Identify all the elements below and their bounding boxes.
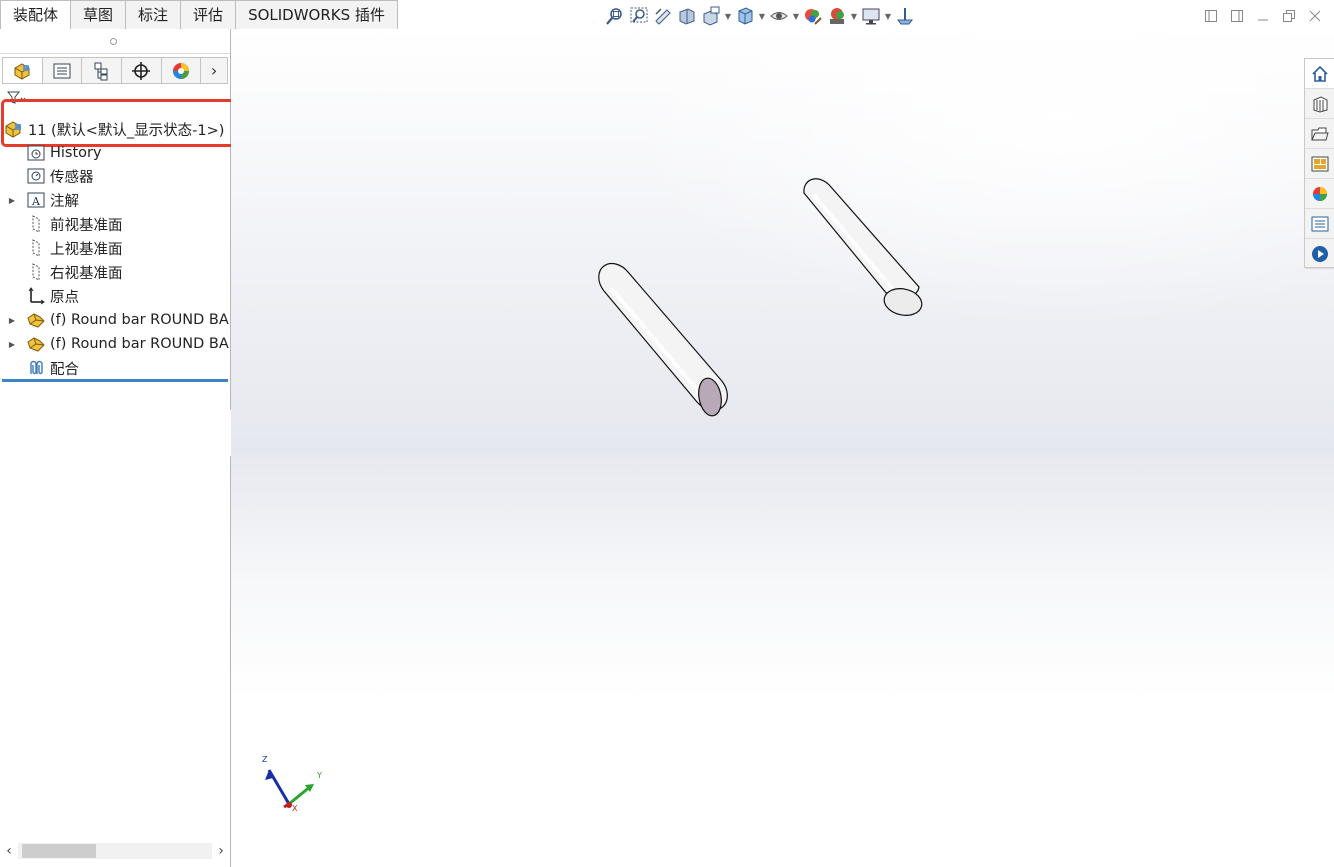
scroll-right-icon[interactable]: › xyxy=(212,843,230,859)
scroll-left-icon[interactable]: ‹ xyxy=(0,843,18,859)
tree-item-part-1[interactable]: ▶ (f) Round bar ROUND BA xyxy=(0,309,230,331)
tree-item-label: History xyxy=(50,145,102,161)
origin-icon xyxy=(26,286,46,306)
tree-item-part-2[interactable]: ▶ (f) Round bar ROUND BA xyxy=(0,333,230,355)
tab-assembly[interactable]: 装配体 xyxy=(0,0,72,29)
restore-icon[interactable] xyxy=(1278,6,1300,26)
plane-icon xyxy=(26,238,46,258)
tab-sketch[interactable]: 草图 xyxy=(70,0,127,29)
custom-properties-icon[interactable] xyxy=(1305,209,1334,239)
plane-icon xyxy=(26,214,46,234)
horizontal-scrollbar[interactable]: ‹ › xyxy=(0,841,230,861)
zoom-to-fit-icon[interactable] xyxy=(603,4,627,28)
part-icon xyxy=(26,310,46,330)
history-icon xyxy=(26,143,46,163)
dimxpertmanager-icon[interactable] xyxy=(122,58,162,83)
configurationmanager-icon[interactable] xyxy=(82,58,122,83)
chevron-down-icon[interactable]: ▼ xyxy=(849,4,859,28)
round-bar-1[interactable] xyxy=(598,262,728,418)
tree-item-label: 传感器 xyxy=(50,169,94,186)
tree-root-assembly[interactable]: 11 (默认<默认_显示状态-1>) xyxy=(4,118,224,140)
tab-markup[interactable]: 标注 xyxy=(125,0,182,29)
triad-x-label: X xyxy=(292,804,298,813)
tree-item-label: (f) Round bar ROUND BA xyxy=(50,312,229,328)
window-controls xyxy=(1200,6,1326,26)
scroll-thumb[interactable] xyxy=(22,844,96,858)
panel-splitter-handle[interactable] xyxy=(110,38,117,45)
appearances-icon[interactable] xyxy=(1305,179,1334,209)
view-settings-icon[interactable] xyxy=(859,4,883,28)
tree-item-sensors[interactable]: 传感器 xyxy=(0,165,230,187)
task-pane-tabs xyxy=(1304,58,1334,269)
chevron-right-icon[interactable]: › xyxy=(201,58,227,83)
zoom-to-area-icon[interactable] xyxy=(627,4,651,28)
sensor-icon xyxy=(26,166,46,186)
tree-root-label: 11 (默认<默认_显示状态-1>) xyxy=(28,122,225,139)
tree-item-label: 注解 xyxy=(50,193,79,210)
tree-item-origin[interactable]: 原点 xyxy=(0,285,230,307)
tree-item-label: 原点 xyxy=(50,289,79,306)
tree-item-annotations[interactable]: ▶ A 注解 xyxy=(0,189,230,211)
design-library-icon[interactable] xyxy=(1305,89,1334,119)
tile-right-icon[interactable] xyxy=(1226,6,1248,26)
view-palette-icon[interactable] xyxy=(1305,149,1334,179)
tile-left-icon[interactable] xyxy=(1200,6,1222,26)
command-manager-tabs: 装配体 草图 标注 评估 SOLIDWORKS 插件 xyxy=(0,0,398,29)
tree-item-right-plane[interactable]: 右视基准面 xyxy=(0,261,230,283)
annotations-icon: A xyxy=(26,190,46,210)
expand-arrow-icon[interactable]: ▶ xyxy=(6,316,18,325)
rollback-bar[interactable] xyxy=(2,379,228,382)
graphics-area[interactable]: Z Y X xyxy=(231,29,1334,867)
plane-icon xyxy=(26,262,46,282)
tree-item-label: 配合 xyxy=(50,361,79,378)
chevron-down-icon[interactable]: ▼ xyxy=(791,4,801,28)
round-bar-2[interactable] xyxy=(803,178,924,319)
chevron-down-icon[interactable]: ▼ xyxy=(883,4,893,28)
assembly-icon xyxy=(5,121,21,138)
home-icon[interactable] xyxy=(1305,59,1334,89)
divider xyxy=(0,53,230,54)
previous-view-icon[interactable] xyxy=(651,4,675,28)
expand-arrow-icon[interactable]: ▶ xyxy=(6,340,18,349)
chevron-down-icon[interactable]: ▼ xyxy=(757,4,767,28)
tree-item-mates[interactable]: 配合 xyxy=(0,357,230,379)
tab-evaluate[interactable]: 评估 xyxy=(180,0,237,29)
feature-manager-panel: › 11 (默认<默认_显示状态-1>) History 传感器 ▶ A 注解 … xyxy=(0,29,235,867)
tree-item-front-plane[interactable]: 前视基准面 xyxy=(0,213,230,235)
triad-y-label: Y xyxy=(316,771,322,780)
chevron-down-icon[interactable]: ▼ xyxy=(723,4,733,28)
apply-scene-icon[interactable] xyxy=(825,4,849,28)
displaymanager-icon[interactable] xyxy=(162,58,202,83)
tab-solidworks-addins[interactable]: SOLIDWORKS 插件 xyxy=(235,0,398,29)
tree-item-top-plane[interactable]: 上视基准面 xyxy=(0,237,230,259)
rotate-view-icon[interactable] xyxy=(893,4,917,28)
reference-triad: Z Y X xyxy=(262,755,322,813)
dynamic-annotation-view-icon[interactable] xyxy=(699,4,723,28)
close-icon[interactable] xyxy=(1304,6,1326,26)
manager-tabs: › xyxy=(2,57,228,84)
solidworks-resources-icon[interactable] xyxy=(1305,239,1334,269)
tree-item-label: 上视基准面 xyxy=(50,241,123,258)
minimize-icon[interactable] xyxy=(1252,6,1274,26)
triad-z-label: Z xyxy=(262,755,268,764)
tree-item-label: 前视基准面 xyxy=(50,217,123,234)
tree-item-label: 右视基准面 xyxy=(50,265,123,282)
featuremanager-icon[interactable] xyxy=(3,58,43,83)
svg-text:A: A xyxy=(31,195,41,208)
tree-item-label: (f) Round bar ROUND BA xyxy=(50,336,229,352)
display-style-icon[interactable] xyxy=(767,4,791,28)
model-viewport[interactable]: Z Y X xyxy=(231,29,1334,867)
mates-icon xyxy=(26,358,46,378)
section-view-icon[interactable] xyxy=(675,4,699,28)
view-orientation-icon[interactable] xyxy=(733,4,757,28)
scroll-track[interactable] xyxy=(18,843,212,859)
part-icon xyxy=(26,334,46,354)
tree-item-history[interactable]: History xyxy=(0,142,230,164)
edit-appearance-icon[interactable] xyxy=(801,4,825,28)
propertymanager-icon[interactable] xyxy=(43,58,83,83)
heads-up-view-toolbar: ▼ ▼ ▼ ▼ ▼ xyxy=(603,4,917,28)
expand-arrow-icon[interactable]: ▶ xyxy=(6,196,18,205)
file-explorer-icon[interactable] xyxy=(1305,119,1334,149)
